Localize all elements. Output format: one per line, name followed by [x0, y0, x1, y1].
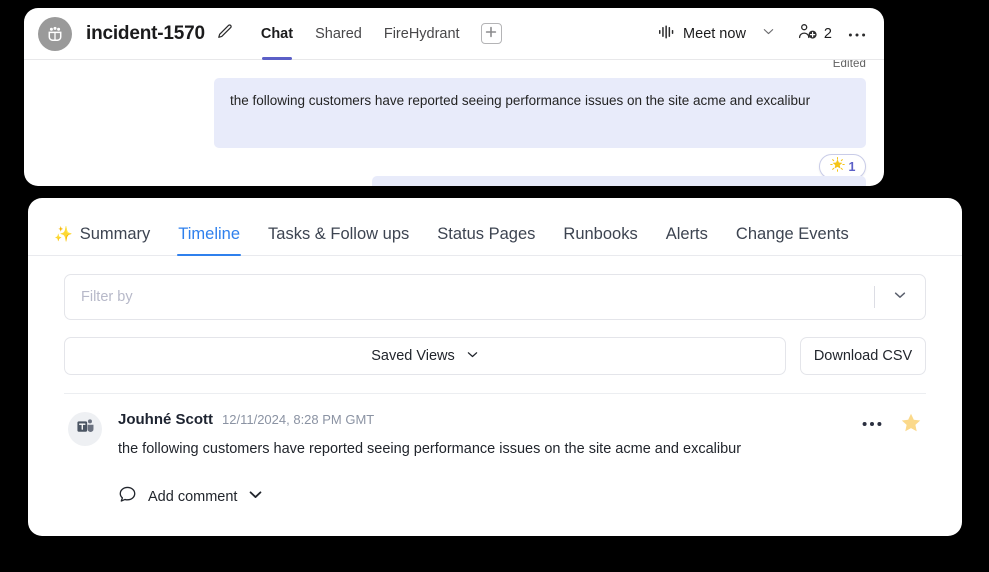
chevron-down-icon	[893, 288, 907, 307]
timeline-body: Filter by Saved Views Download CSV Jouhn…	[28, 256, 962, 509]
chat-tab-label: Chat	[260, 25, 294, 42]
pencil-icon	[215, 22, 234, 46]
people-add-icon	[798, 23, 819, 44]
entry-message-text: the following customers have reported se…	[118, 441, 742, 457]
chat-tab-label: FireHydrant	[383, 25, 460, 42]
ellipsis-icon	[848, 25, 866, 43]
filter-input[interactable]: Filter by	[81, 289, 874, 305]
tab-label: Timeline	[178, 225, 241, 243]
chat-tab-firehydrant[interactable]: FireHydrant	[373, 8, 471, 60]
meet-now-dropdown[interactable]	[762, 25, 775, 43]
entry-actions	[862, 412, 922, 434]
entry-star-button[interactable]	[900, 412, 922, 434]
tab-change-events[interactable]: Change Events	[722, 225, 863, 255]
chevron-down-icon	[762, 25, 775, 43]
sparkle-star-emoji-icon	[829, 156, 845, 177]
participants-count: 2	[823, 25, 832, 42]
comment-bubble-icon	[118, 485, 137, 509]
chat-tab-chat[interactable]: Chat	[250, 8, 304, 60]
download-csv-label: Download CSV	[813, 348, 913, 364]
timeline-tab-list: ✨ Summary Timeline Tasks & Follow ups St…	[28, 198, 962, 256]
participants-button[interactable]: 2	[793, 23, 832, 44]
meet-now-label: Meet now	[683, 25, 746, 42]
chat-title: incident-1570	[86, 22, 205, 44]
entry-header: Jouhné Scott 12/11/2024, 8:28 PM GMT	[118, 411, 922, 428]
add-comment-label: Add comment	[148, 489, 238, 506]
audio-waveform-icon	[658, 24, 675, 44]
saved-views-button[interactable]: Saved Views	[64, 337, 786, 375]
group-avatar	[38, 16, 72, 51]
tab-label: Summary	[79, 225, 151, 243]
chat-header: incident-1570 Chat Shared FireHydrant Me…	[24, 8, 884, 60]
ellipsis-icon	[862, 414, 882, 432]
chat-message: the following customers have reported se…	[214, 78, 866, 179]
chat-tab-shared[interactable]: Shared	[304, 8, 373, 60]
tab-alerts[interactable]: Alerts	[652, 225, 722, 255]
chat-message-bubble: the following customers have reported se…	[214, 78, 866, 148]
chevron-down-icon	[466, 348, 479, 365]
entry-content: Jouhné Scott 12/11/2024, 8:28 PM GMT the…	[118, 411, 922, 459]
add-comment-button[interactable]: Add comment	[64, 485, 926, 509]
timeline-entry: Jouhné Scott 12/11/2024, 8:28 PM GMT the…	[64, 393, 926, 459]
filter-divider	[874, 286, 875, 308]
plus-square-icon	[485, 25, 497, 43]
tab-status-pages[interactable]: Status Pages	[423, 225, 549, 255]
saved-views-label: Saved Views	[371, 348, 455, 364]
meet-now-button[interactable]: Meet now	[654, 20, 750, 48]
message-edited-label: Edited	[832, 60, 866, 70]
chat-header-actions: Meet now 2	[654, 20, 870, 48]
tab-timeline[interactable]: Timeline	[164, 225, 254, 256]
incident-timeline-panel: ✨ Summary Timeline Tasks & Follow ups St…	[28, 198, 962, 536]
entry-more-options-button[interactable]	[862, 414, 882, 432]
chevron-down-icon	[248, 487, 263, 507]
star-filled-icon	[900, 412, 922, 434]
tab-label: Change Events	[735, 225, 849, 243]
edit-title-button[interactable]	[215, 22, 234, 46]
microsoft-teams-icon	[76, 417, 95, 441]
chat-more-options-button[interactable]	[848, 25, 866, 43]
add-tab-button[interactable]	[480, 23, 502, 44]
download-csv-button[interactable]: Download CSV	[800, 337, 926, 375]
reaction-count: 1	[848, 159, 856, 174]
timeline-action-row: Saved Views Download CSV	[64, 337, 926, 375]
tab-label: Runbooks	[563, 225, 638, 243]
entry-author: Jouhné Scott	[118, 411, 214, 428]
chat-tab-label: Shared	[315, 25, 362, 42]
entry-avatar	[68, 412, 102, 446]
filter-bar[interactable]: Filter by	[64, 274, 926, 320]
tab-label: Tasks & Follow ups	[268, 225, 410, 243]
entry-timestamp: 12/11/2024, 8:28 PM GMT	[222, 412, 375, 427]
sparkles-icon: ✨	[54, 226, 73, 243]
chat-message-bubble-partial	[372, 176, 866, 186]
filter-dropdown-button[interactable]	[893, 288, 907, 307]
tab-tasks-follow-ups[interactable]: Tasks & Follow ups	[254, 225, 423, 255]
chat-tab-list: Chat Shared FireHydrant	[250, 8, 502, 60]
tab-runbooks[interactable]: Runbooks	[549, 225, 651, 255]
chat-message-list: Edited the following customers have repo…	[24, 60, 884, 186]
teams-chat-window: incident-1570 Chat Shared FireHydrant Me…	[24, 8, 884, 186]
tab-label: Alerts	[665, 225, 708, 243]
tab-label: Status Pages	[437, 225, 536, 243]
tab-summary[interactable]: ✨ Summary	[40, 225, 164, 255]
